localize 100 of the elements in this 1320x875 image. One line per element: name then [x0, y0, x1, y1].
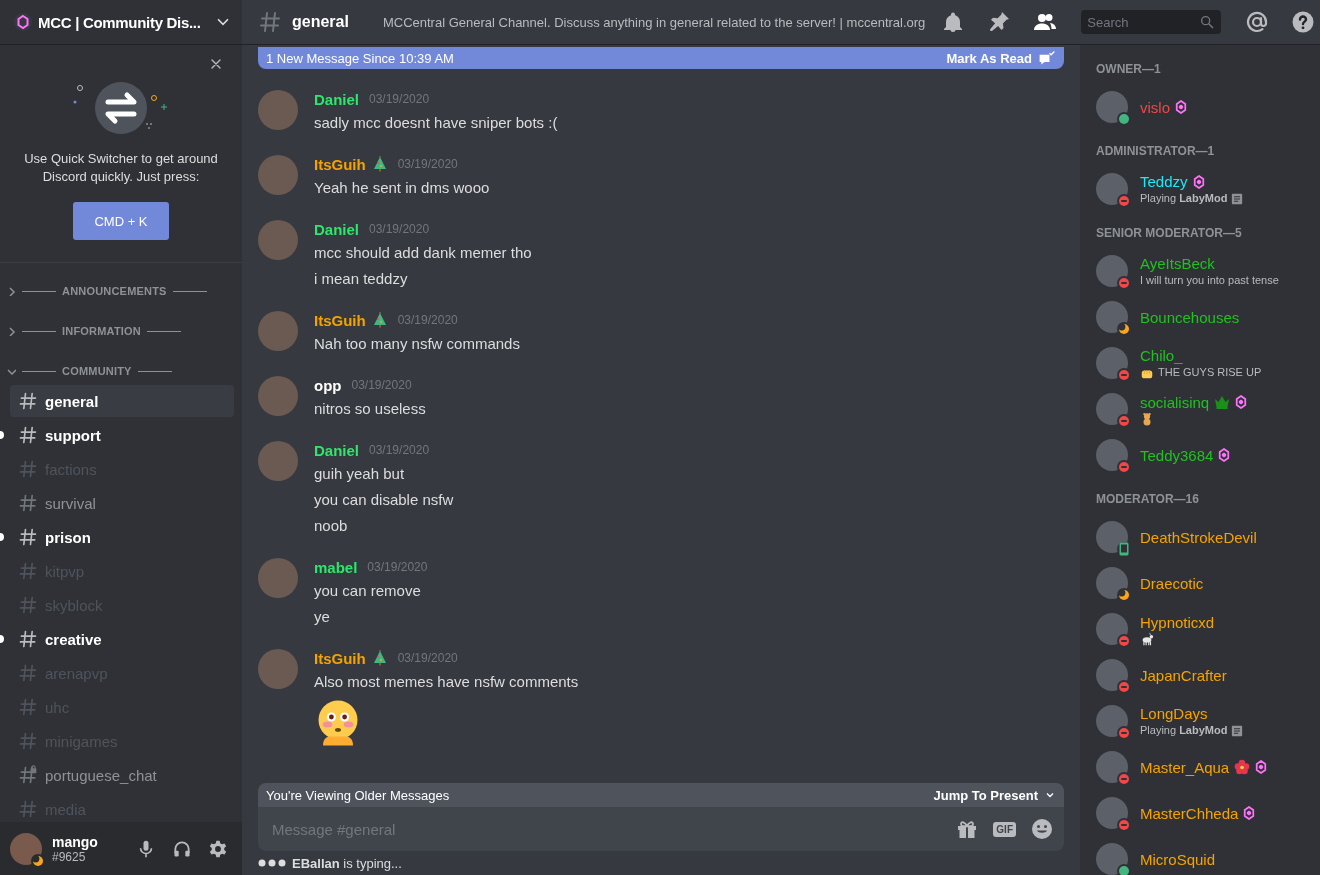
- message-text: Nah too many nsfw commands: [314, 334, 520, 354]
- message-text: Also most memes have nsfw comments: [314, 672, 579, 692]
- member-name[interactable]: LongDays: [1140, 704, 1208, 723]
- channel-item[interactable]: general: [10, 385, 234, 417]
- chevron-down-icon[interactable]: [6, 366, 16, 376]
- member-avatar[interactable]: [1096, 705, 1128, 737]
- member-group-title: MODERATOR—16: [1096, 491, 1200, 508]
- avatar: [258, 220, 298, 260]
- message-author[interactable]: opp: [314, 376, 342, 394]
- hash-icon: [18, 391, 38, 411]
- member-avatar[interactable]: [1096, 347, 1128, 379]
- typing-indicator-text: EBallan is typing...: [292, 855, 402, 871]
- category-name[interactable]: INFORMATION: [62, 325, 141, 337]
- member-activity: I will turn you into past tense: [1140, 273, 1279, 288]
- hash-icon: [18, 561, 38, 581]
- hash-icon: [18, 731, 38, 751]
- member-name[interactable]: DeathStrokeDevil: [1140, 527, 1257, 547]
- category-name[interactable]: ANNOUNCEMENTS: [62, 285, 167, 297]
- member-avatar[interactable]: [1096, 301, 1128, 333]
- headphones-icon[interactable]: [172, 838, 192, 859]
- avatar: [258, 376, 298, 416]
- message-author[interactable]: mabel: [314, 558, 358, 576]
- member-avatar[interactable]: [1096, 567, 1128, 599]
- server-icon: [14, 13, 32, 31]
- member-name[interactable]: Draecotic: [1140, 573, 1204, 593]
- member-avatar[interactable]: [1096, 659, 1128, 691]
- user-tag: #9625: [52, 849, 122, 864]
- member-name[interactable]: MicroSquid: [1140, 849, 1216, 869]
- search-field[interactable]: Search: [1081, 10, 1222, 34]
- hash-icon: [18, 425, 38, 445]
- mention-icon[interactable]: [1245, 10, 1270, 34]
- avatar: [258, 441, 298, 481]
- member-avatar[interactable]: [1096, 255, 1128, 287]
- help-icon[interactable]: [1291, 10, 1316, 34]
- chevron-right-icon[interactable]: [6, 326, 16, 336]
- username: mango: [52, 833, 99, 850]
- message-text: you can remove: [314, 581, 422, 601]
- member-avatar[interactable]: [1096, 91, 1128, 123]
- channel-item[interactable]: support: [10, 419, 234, 451]
- member-activity: Playing LabyMod: [1140, 191, 1228, 206]
- member-activity: THE GUYS RISE UP: [1158, 365, 1262, 380]
- member-name[interactable]: Master_Aqua: [1140, 757, 1230, 777]
- member-name[interactable]: JapanCrafter: [1140, 665, 1227, 685]
- member-avatar[interactable]: [1096, 173, 1128, 205]
- member-avatar[interactable]: [1096, 751, 1128, 783]
- category-name[interactable]: COMMUNITY: [62, 365, 132, 377]
- member-avatar[interactable]: [1096, 843, 1128, 875]
- message-author[interactable]: ItsGuih: [314, 649, 366, 667]
- emoji-picker-icon[interactable]: [1030, 817, 1054, 841]
- message-text: ye: [314, 607, 331, 627]
- hash-icon: [18, 663, 38, 683]
- message-timestamp: 03/19/2020: [397, 313, 458, 327]
- channel-item[interactable]: survival: [10, 487, 234, 519]
- message-timestamp: 03/19/2020: [369, 443, 430, 457]
- member-avatar[interactable]: [1096, 521, 1128, 553]
- member-group-title: OWNER—1: [1096, 61, 1162, 78]
- member-name[interactable]: Teddy3684: [1140, 445, 1214, 465]
- channel-item[interactable]: prison: [10, 521, 234, 553]
- message-timestamp: 03/19/2020: [369, 222, 430, 236]
- channel-name: general: [292, 13, 349, 31]
- message-author[interactable]: ItsGuih: [314, 155, 366, 173]
- server-header[interactable]: MCC | Community Dis...: [0, 0, 242, 44]
- hash-icon: [18, 799, 38, 819]
- member-name[interactable]: Bouncehouses: [1140, 307, 1240, 327]
- new-messages-text: 1 New Message Since 10:39 AM: [266, 50, 455, 66]
- member-avatar[interactable]: [1096, 613, 1128, 645]
- gif-button[interactable]: GIF: [993, 821, 1016, 837]
- pin-icon[interactable]: [987, 10, 1012, 34]
- member-name[interactable]: AyeItsBeck: [1140, 254, 1215, 273]
- message-author[interactable]: Daniel: [314, 90, 359, 108]
- shortcut-button[interactable]: CMD + K: [73, 202, 169, 240]
- older-messages-text: You're Viewing Older Messages: [266, 787, 451, 803]
- message-author[interactable]: ItsGuih: [314, 311, 366, 329]
- message-author[interactable]: Daniel: [314, 441, 359, 459]
- message-text: mcc should add dank memer tho: [314, 243, 532, 263]
- hash-icon: [18, 629, 38, 649]
- member-name[interactable]: Chilo_: [1140, 346, 1183, 365]
- channel-item[interactable]: portuguese_chat: [10, 759, 234, 791]
- quick-switcher-text: Use Quick Switcher to get around Discord quickly. Just press:: [23, 150, 219, 186]
- member-name[interactable]: Teddzy: [1140, 172, 1188, 191]
- message-text: nitros so useless: [314, 399, 426, 419]
- message-timestamp: 03/19/2020: [397, 157, 458, 171]
- channel-topic: MCCentral General Channel. Discuss anything in general related to the server! | mccentral.org: [382, 14, 926, 30]
- search-icon: [1199, 14, 1216, 30]
- member-avatar[interactable]: [1096, 393, 1128, 425]
- mark-as-read-button[interactable]: Mark As Read: [946, 50, 1056, 66]
- channel-item[interactable]: creative: [10, 623, 234, 655]
- hash-icon: [18, 527, 38, 547]
- settings-icon[interactable]: [208, 838, 228, 859]
- chevron-right-icon[interactable]: [6, 286, 16, 296]
- server-name: MCC | Community Dis...: [38, 13, 202, 31]
- jump-to-present-button[interactable]: Jump To Present: [933, 787, 1056, 803]
- member-name[interactable]: socialisinq: [1140, 392, 1210, 412]
- member-avatar[interactable]: [1096, 797, 1128, 829]
- member-avatar[interactable]: [1096, 439, 1128, 471]
- member-name[interactable]: vislo: [1140, 97, 1170, 117]
- hash-icon: [18, 459, 38, 479]
- message-author[interactable]: Daniel: [314, 220, 359, 238]
- member-name[interactable]: Hypnoticxd: [1140, 612, 1215, 632]
- member-name[interactable]: MasterChheda: [1140, 803, 1239, 823]
